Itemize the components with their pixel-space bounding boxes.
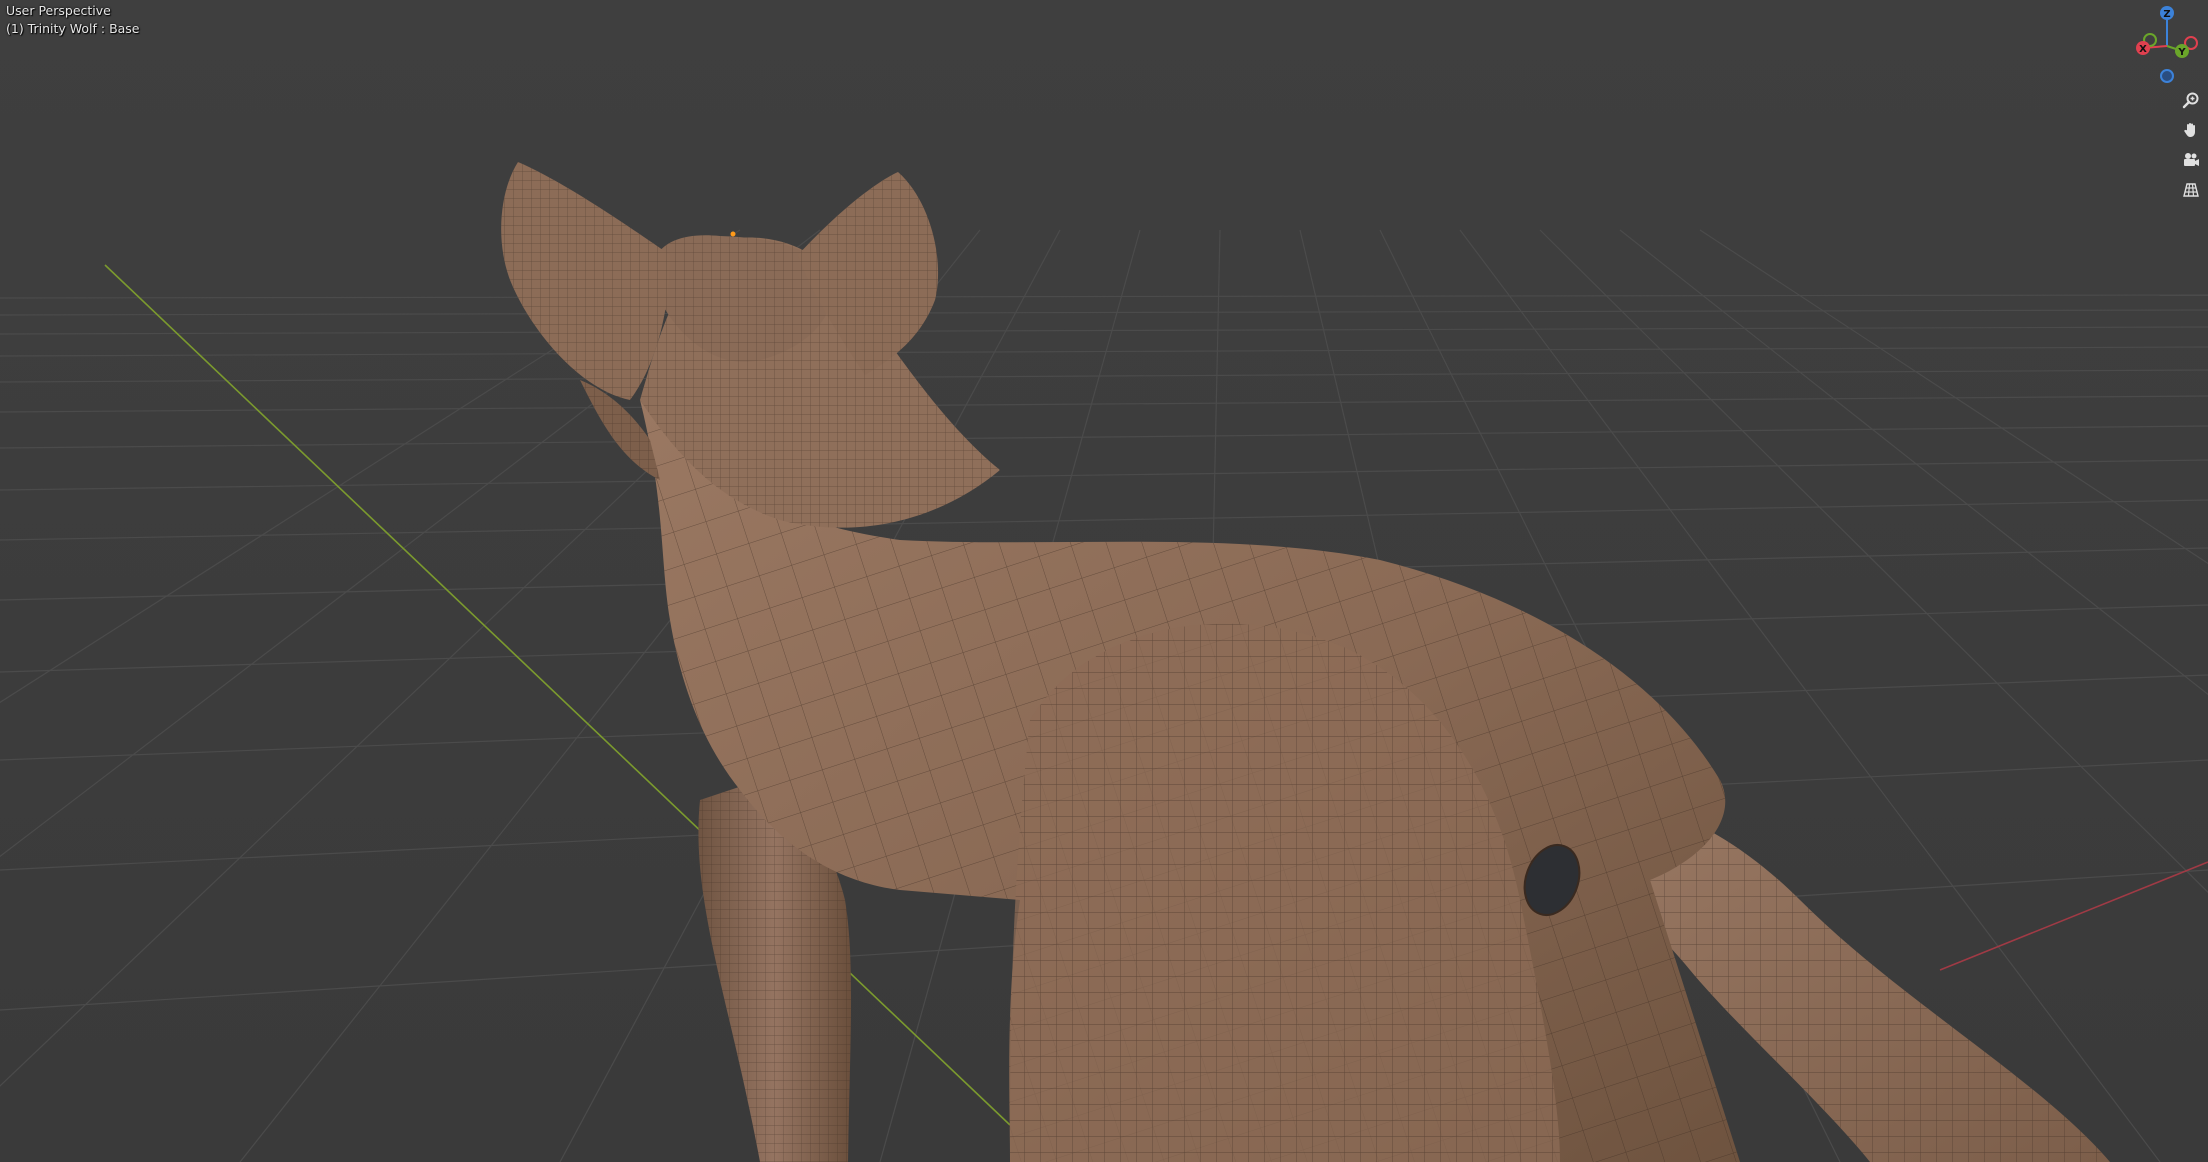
active-object-label: (1) Trinity Wolf : Base (6, 21, 140, 36)
gizmo-x-label: X (2139, 44, 2147, 55)
gizmo-y-label: Y (2177, 47, 2186, 58)
hand-pan-icon (2184, 123, 2195, 137)
zoom-icon (2182, 92, 2199, 109)
view-name-label: User Perspective (6, 3, 111, 18)
3d-viewport[interactable]: User Perspective (1) Trinity Wolf : Base… (0, 0, 2208, 1162)
perspective-ortho-toggle-button[interactable] (2178, 177, 2204, 203)
ortho-grid-icon (2183, 183, 2199, 197)
camera-icon (2184, 153, 2199, 166)
object-origin-dot (730, 231, 736, 237)
viewport-scene[interactable] (0, 0, 2208, 1162)
navigation-gizmo[interactable]: Z Y X (2124, 0, 2208, 86)
zoom-view-button[interactable] (2178, 87, 2204, 113)
gizmo-z-label: Z (2163, 9, 2170, 20)
gizmo-axis-neg-z[interactable] (2160, 69, 2174, 83)
camera-view-button[interactable] (2178, 147, 2204, 173)
pan-view-button[interactable] (2178, 117, 2204, 143)
